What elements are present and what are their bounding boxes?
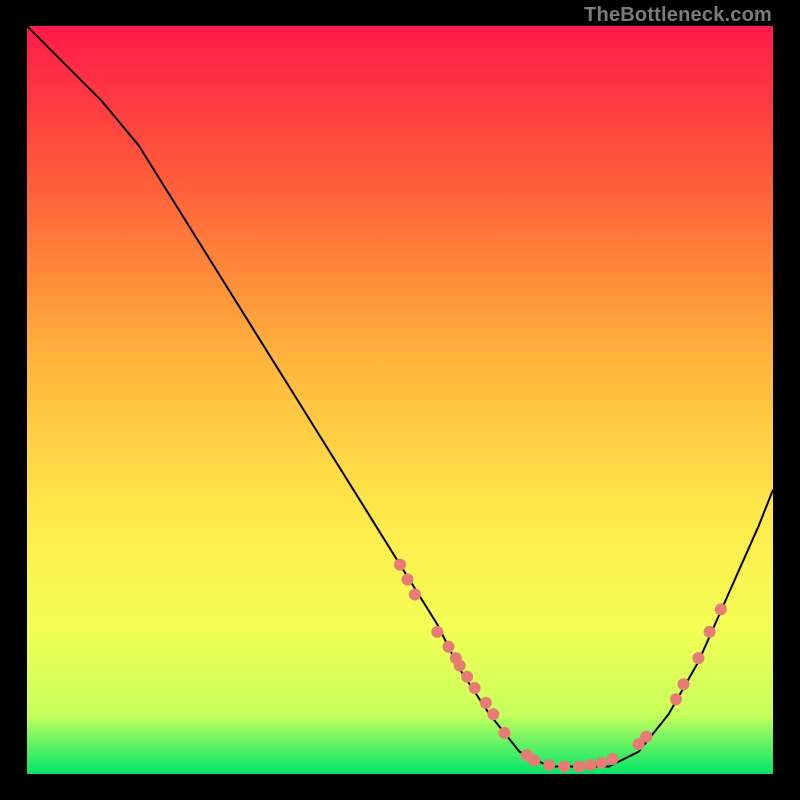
chart-container: TheBottleneck.com xyxy=(0,0,800,800)
marker-dot xyxy=(454,660,466,672)
marker-dot xyxy=(607,753,619,765)
marker-dot xyxy=(558,761,570,773)
marker-dot xyxy=(394,559,406,571)
marker-dot xyxy=(480,697,492,709)
marker-dot xyxy=(715,603,727,615)
marker-dot xyxy=(573,761,585,773)
watermark-text: TheBottleneck.com xyxy=(584,4,772,27)
marker-dot xyxy=(543,759,555,771)
chart-svg xyxy=(0,0,800,800)
marker-dot xyxy=(431,626,443,638)
marker-dot xyxy=(487,708,499,720)
marker-dot xyxy=(584,759,596,771)
marker-dot xyxy=(469,682,481,694)
marker-dot xyxy=(595,757,607,769)
marker-dot xyxy=(704,626,716,638)
marker-dot xyxy=(692,652,704,664)
plot-background xyxy=(27,26,773,774)
marker-dot xyxy=(443,641,455,653)
marker-dot xyxy=(409,589,421,601)
marker-dot xyxy=(498,727,510,739)
marker-dot xyxy=(461,671,473,683)
marker-dot xyxy=(678,678,690,690)
marker-dot xyxy=(670,693,682,705)
marker-dot xyxy=(402,574,414,586)
marker-dot xyxy=(640,731,652,743)
marker-dot xyxy=(528,755,540,767)
